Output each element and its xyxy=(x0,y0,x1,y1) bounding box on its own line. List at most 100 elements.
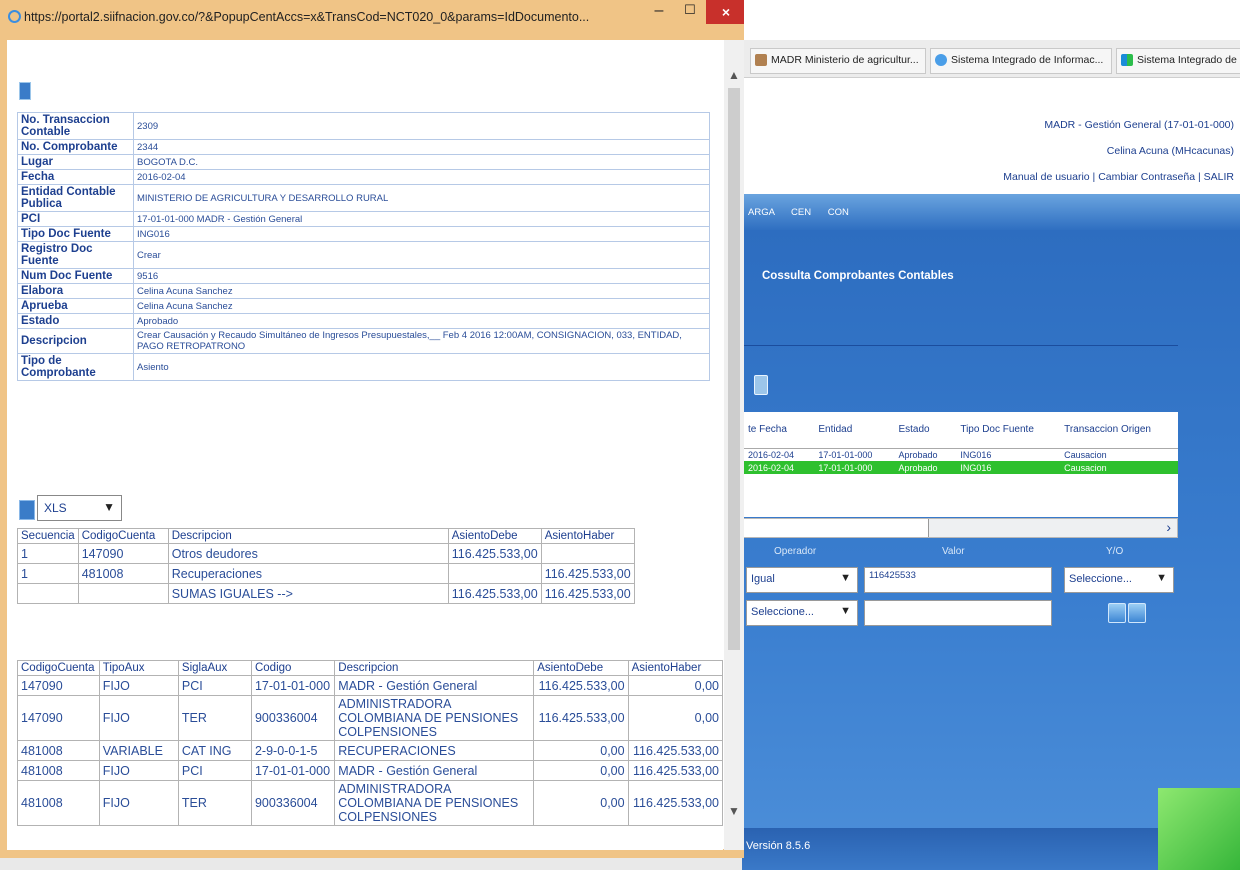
column-header: Codigo xyxy=(250,660,336,676)
table-cell: Recuperaciones xyxy=(167,563,449,584)
column-header: Descripcion xyxy=(167,528,449,544)
export-icon[interactable] xyxy=(754,375,768,395)
chevron-up-icon[interactable]: ▲ xyxy=(728,68,740,82)
info-label: Lugar xyxy=(17,154,134,170)
table-cell: 17-01-01-000 xyxy=(250,675,336,696)
info-label: Estado xyxy=(17,313,134,329)
table-cell: Otros deudores xyxy=(167,543,449,564)
info-value: Crear Causación y Recaudo Simultáneo de … xyxy=(133,328,710,354)
table-cell: 1 xyxy=(17,563,79,584)
table-cell: 116.425.533,00 xyxy=(627,780,723,826)
info-row: Elabora Celina Acuna Sanchez xyxy=(17,283,710,299)
info-value: 9516 xyxy=(133,268,710,284)
chevron-down-icon[interactable]: ▼ xyxy=(728,804,740,818)
table-cell: TER xyxy=(177,780,252,826)
table-cell: FIJO xyxy=(98,695,179,741)
table-row[interactable]: 2016-02-04 17-01-01-000 Aprobado ING016 Caus… xyxy=(742,448,1178,461)
operador-select[interactable]: Igual ▼ xyxy=(746,567,858,593)
vertical-scrollbar[interactable]: ▲ ▼ xyxy=(724,40,744,850)
excel-icon[interactable] xyxy=(19,500,35,520)
popup-content: No. Transaccion Contable 2309 No. Comproba… xyxy=(7,40,723,850)
table-cell: 147090 xyxy=(77,543,169,564)
table-cell: 116.425.533,00 xyxy=(533,675,629,696)
table-cell: 0,00 xyxy=(533,760,629,781)
user-label: Celina Acuna (MHcacunas) xyxy=(1106,145,1234,157)
chevron-down-icon: ▼ xyxy=(840,605,851,617)
column-header: CodigoCuenta xyxy=(17,660,100,676)
scrollbar-thumb[interactable] xyxy=(728,88,740,650)
logo xyxy=(1158,788,1240,870)
table-cell: 2016-02-04 xyxy=(748,449,795,460)
table-cell: MADR - Gestión General xyxy=(334,675,535,696)
column-header: AsientoDebe xyxy=(533,660,629,676)
minimize-button[interactable]: – xyxy=(644,2,674,26)
table-cell: 116.425.533,00 xyxy=(447,583,542,604)
tab-label: MADR Ministerio de agricultur... xyxy=(771,54,919,66)
info-value: Celina Acuna Sanchez xyxy=(133,283,710,299)
table-row: 481008 FIJO TER 900336004 ADMINISTRADORA COL… xyxy=(17,780,723,826)
column-header: Descripcion xyxy=(334,660,535,676)
table-cell: 481008 xyxy=(17,760,100,781)
table-cell: 0,00 xyxy=(627,695,723,741)
table-cell: 116.425.533,00 xyxy=(447,543,542,564)
column-header: te Fecha xyxy=(742,412,813,449)
info-label: Elabora xyxy=(17,283,134,299)
valor-input[interactable]: 116425533 xyxy=(864,567,1052,593)
print-icon[interactable] xyxy=(19,82,31,100)
operador2-select[interactable]: Seleccione... ▼ xyxy=(746,600,858,626)
section-title: Cossulta Comprobantes Contables xyxy=(762,270,954,282)
table-cell: VARIABLE xyxy=(98,740,179,761)
export-format-select[interactable]: XLS ▼ xyxy=(37,495,122,521)
entity-label: MADR - Gestión General (17-01-01-000) xyxy=(1044,119,1234,131)
info-row: Tipo Doc Fuente ING016 xyxy=(17,226,710,242)
table-cell: 2-9-0-0-1-5 xyxy=(250,740,336,761)
table-cell: FIJO xyxy=(98,675,179,696)
table-cell: 147090 xyxy=(17,675,100,696)
table-cell: 900336004 xyxy=(250,780,336,826)
chevron-right-icon[interactable]: › xyxy=(1166,519,1171,535)
valor2-input[interactable] xyxy=(864,600,1052,626)
close-button[interactable]: × xyxy=(706,0,744,24)
yo-select[interactable]: Seleccione... ▼ xyxy=(1064,567,1174,593)
valor-label: Valor xyxy=(942,546,965,557)
scrollbar-thumb[interactable] xyxy=(743,519,929,537)
info-label: No. Comprobante xyxy=(17,139,134,155)
table-cell: 17-01-01-000 xyxy=(250,760,336,781)
info-table: No. Transaccion Contable 2309 No. Comproba… xyxy=(17,112,710,381)
table-row[interactable]: 2016-02-04 17-01-01-000 Aprobado ING016 Caus… xyxy=(742,461,1178,474)
table-cell xyxy=(540,543,635,564)
table-cell: 0,00 xyxy=(533,740,629,761)
table-cell: FIJO xyxy=(98,760,179,781)
table-cell: 0,00 xyxy=(627,675,723,696)
info-row: Descripcion Crear Causación y Recaudo Sim… xyxy=(17,328,710,354)
column-header: TipoAux xyxy=(98,660,179,676)
main-nav[interactable]: ARGA CEN CON xyxy=(742,194,1240,230)
tab-madr[interactable]: MADR Ministerio de agricultur... xyxy=(750,48,926,74)
header-links[interactable]: Manual de usuario | Cambiar Contraseña |… xyxy=(1003,164,1234,190)
add-filter-button[interactable] xyxy=(1108,603,1126,623)
table-cell: 0,00 xyxy=(533,780,629,826)
table-cell: 147090 xyxy=(17,695,100,741)
info-label: Tipo de Comprobante xyxy=(17,353,134,381)
info-row: Tipo de Comprobante Asiento xyxy=(17,353,710,381)
chevron-down-icon: ▼ xyxy=(1156,572,1167,584)
table-cell: Causacion xyxy=(1064,449,1107,460)
tab-siif-1[interactable]: Sistema Integrado de Informac... xyxy=(930,48,1112,74)
info-label: Descripcion xyxy=(17,328,134,354)
column-header: Estado xyxy=(892,412,955,449)
table-cell: 481008 xyxy=(17,740,100,761)
table-row: 147090 FIJO PCI 17-01-01-000 MADR - Gestión … xyxy=(17,675,723,696)
table-cell xyxy=(447,563,542,584)
maximize-button[interactable]: ☐ xyxy=(676,2,704,26)
table-cell: 481008 xyxy=(17,780,100,826)
tab-label: Sistema Integrado de xyxy=(1137,54,1237,66)
table-cell: FIJO xyxy=(98,780,179,826)
info-value: Crear xyxy=(133,241,710,269)
tab-siif-2[interactable]: Sistema Integrado de xyxy=(1116,48,1240,74)
search-button[interactable] xyxy=(1128,603,1146,623)
info-label: Fecha xyxy=(17,169,134,185)
column-header: Entidad xyxy=(812,412,893,449)
info-value: Aprobado xyxy=(133,313,710,329)
asiento-table: Secuencia CodigoCuenta Descripcion AsientoD… xyxy=(17,528,635,604)
horizontal-scrollbar[interactable]: › xyxy=(742,518,1178,538)
